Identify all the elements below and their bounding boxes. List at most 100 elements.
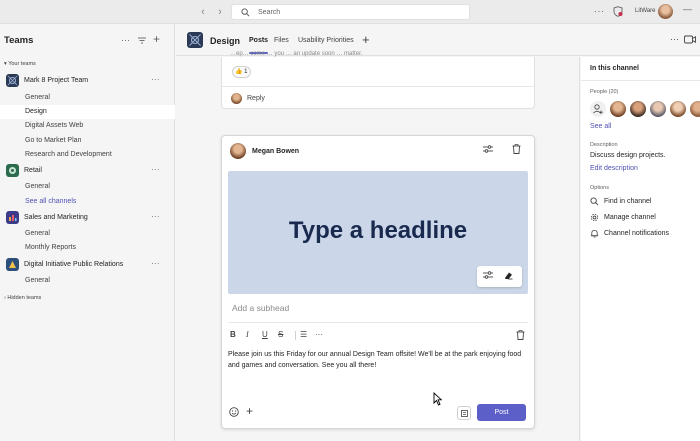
adjust-icon[interactable] [483, 271, 493, 279]
add-tab-button[interactable]: + [362, 32, 370, 47]
gear-icon [590, 213, 599, 222]
description-label: Description [590, 142, 618, 148]
note-icon [461, 410, 468, 417]
title-bar: ‹ › Search ··· LitWare — [0, 0, 700, 24]
team-digital-initiative-public-relations[interactable]: Digital Initiative Public Relations ··· [0, 257, 175, 273]
your-teams-label[interactable]: ▾ Your teams [4, 61, 36, 67]
people-avatars [590, 101, 700, 117]
italic-button[interactable]: I [246, 330, 249, 339]
team-more-button[interactable]: ··· [151, 75, 160, 84]
more-options-button[interactable]: ··· [594, 6, 605, 16]
channel-notifications-option[interactable]: Channel notifications [590, 228, 695, 240]
reply-button[interactable]: Reply [247, 95, 265, 102]
discard-icon[interactable] [516, 330, 525, 340]
channel-team-logo [187, 32, 203, 48]
divider [228, 322, 528, 323]
subhead-input[interactable]: Add a subhead [232, 303, 289, 313]
shield-icon[interactable] [613, 6, 623, 17]
tab-files[interactable]: Files [274, 37, 289, 44]
banner-tools [477, 266, 522, 287]
add-team-button[interactable]: + [153, 32, 160, 46]
previous-post-card: …ep… come … you … an update soon … matte… [221, 51, 535, 109]
see-all-channels-link[interactable]: See all channels [25, 198, 76, 205]
divider [581, 80, 700, 81]
channel-general[interactable]: General [25, 94, 50, 101]
org-name[interactable]: LitWare [635, 8, 655, 14]
thumbs-up-icon: 👍 [235, 69, 243, 75]
find-in-channel-option[interactable]: Find in channel [590, 196, 695, 208]
filter-icon[interactable] [138, 37, 146, 44]
minimize-button[interactable]: — [683, 4, 692, 14]
team-more-button[interactable]: ··· [151, 259, 160, 268]
reaction-badge[interactable]: 👍 1 [232, 66, 251, 78]
team-more-button[interactable]: ··· [151, 165, 160, 174]
channel-more-button[interactable]: ··· [670, 34, 679, 44]
option-label: Manage channel [604, 214, 656, 221]
manage-channel-option[interactable]: Manage channel [590, 212, 695, 224]
options-label: Options [590, 185, 609, 191]
team-logo [6, 211, 19, 224]
avatar[interactable] [670, 101, 686, 117]
team-name: Sales and Marketing [24, 214, 88, 221]
channel-general[interactable]: General [25, 183, 50, 190]
eraser-icon[interactable] [504, 271, 513, 280]
headline-banner[interactable]: Type a headline [228, 171, 528, 294]
avatar[interactable] [650, 101, 666, 117]
strikethrough-button[interactable]: S [278, 330, 283, 339]
team-more-button[interactable]: ··· [151, 212, 160, 221]
team-logo [6, 258, 19, 271]
post-options-icon[interactable] [483, 145, 493, 153]
delete-icon[interactable] [512, 144, 521, 154]
see-all-people-link[interactable]: See all [590, 123, 611, 130]
chevron-right-icon: › [218, 6, 222, 18]
underline-button[interactable]: U [262, 330, 268, 339]
channel-description: Discuss design projects. [590, 152, 666, 159]
avatar[interactable] [630, 101, 646, 117]
profile-avatar[interactable] [658, 4, 673, 19]
search-icon [590, 197, 599, 206]
bold-button[interactable]: B [230, 330, 236, 339]
channel-label: Design [25, 108, 47, 115]
channel-design[interactable]: Design [0, 105, 175, 119]
search-icon [241, 8, 250, 17]
option-label: Find in channel [604, 198, 652, 205]
avatar [231, 93, 242, 104]
team-retail[interactable]: Retail ··· [0, 163, 175, 179]
channel-general[interactable]: General [25, 277, 50, 284]
tab-posts[interactable]: Posts [249, 37, 268, 44]
back-button[interactable]: ‹ [198, 6, 208, 18]
team-mark-8-project[interactable]: Mark 8 Project Team ··· [0, 73, 175, 89]
sidebar-more-button[interactable]: ··· [121, 35, 130, 45]
more-formatting-button[interactable]: ··· [315, 330, 323, 339]
divider [222, 86, 534, 87]
tab-usability-priorities[interactable]: Usability Priorities [298, 37, 354, 44]
team-logo [6, 164, 19, 177]
channel-go-to-market-plan[interactable]: Go to Market Plan [25, 137, 81, 144]
channel-monthly-reports[interactable]: Monthly Reports [25, 244, 76, 251]
avatar[interactable] [690, 101, 700, 117]
attach-button[interactable]: + [246, 404, 253, 418]
add-people-icon[interactable] [590, 101, 606, 117]
edit-description-link[interactable]: Edit description [590, 165, 638, 172]
post-button[interactable]: Post [477, 404, 526, 421]
emoji-icon[interactable] [229, 407, 239, 417]
forward-button[interactable]: › [215, 6, 225, 18]
bell-icon [590, 229, 599, 238]
headline-text[interactable]: Type a headline [228, 217, 528, 245]
team-name: Retail [24, 167, 42, 174]
bulleted-list-button[interactable]: ☰ [300, 330, 307, 339]
avatar[interactable] [610, 101, 626, 117]
video-call-icon[interactable] [684, 35, 696, 44]
teams-sidebar: Teams ··· + ▾ Your teams Mark 8 Project … [0, 24, 175, 441]
panel-title: In this channel [590, 65, 640, 72]
channel-research-and-development[interactable]: Research and Development [25, 151, 112, 158]
message-body[interactable]: Please join us this Friday for our annua… [228, 349, 524, 371]
previous-post-text: …ep… come … you … an update soon … matte… [230, 51, 363, 57]
channel-digital-assets-web[interactable]: Digital Assets Web [25, 122, 83, 129]
team-sales-and-marketing[interactable]: Sales and Marketing ··· [0, 210, 175, 226]
channel-general[interactable]: General [25, 230, 50, 237]
search-input[interactable]: Search [231, 4, 470, 20]
schedule-button[interactable] [457, 406, 471, 420]
sidebar-title: Teams [4, 35, 34, 46]
hidden-teams-label[interactable]: › Hidden teams [4, 295, 41, 301]
